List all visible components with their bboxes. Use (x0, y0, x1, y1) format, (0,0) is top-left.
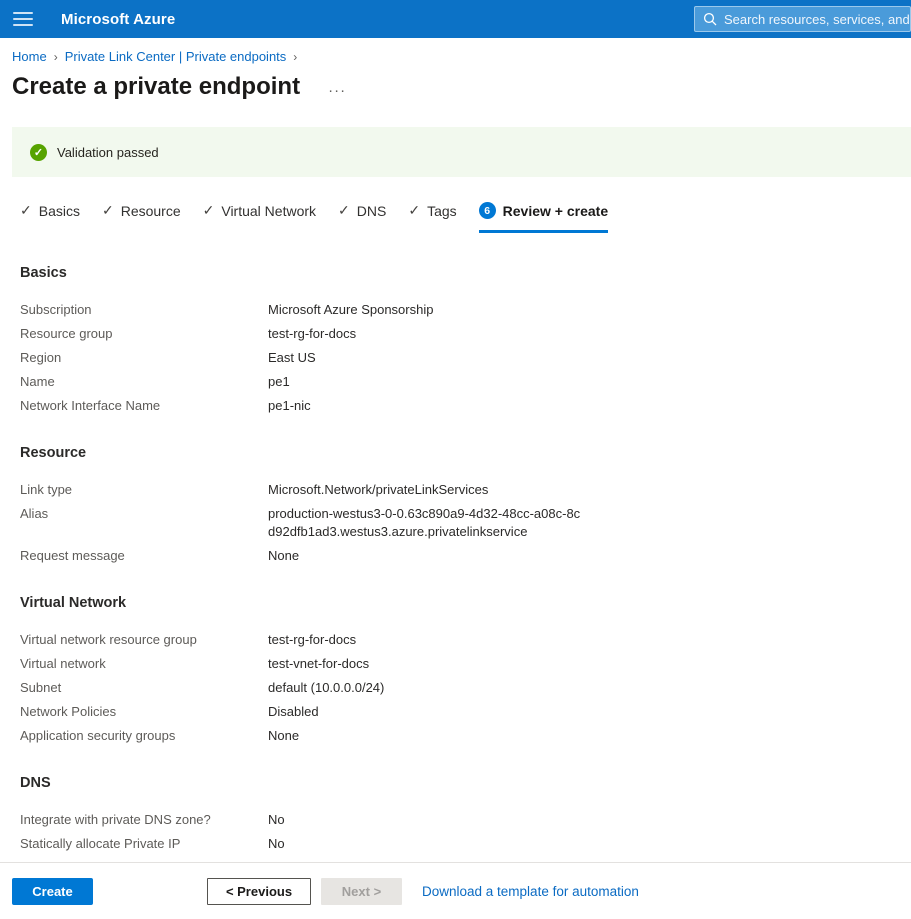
more-options-icon[interactable]: ··· (328, 76, 346, 99)
review-row: Subscription Microsoft Azure Sponsorship (20, 301, 911, 319)
section-virtual-network: Virtual Network Virtual network resource… (20, 595, 911, 745)
review-row: Resource group test-rg-for-docs (20, 325, 911, 343)
section-title: DNS (20, 775, 911, 791)
success-check-icon: ✓ (30, 144, 47, 161)
app-title: Microsoft Azure (61, 11, 175, 28)
page-title: Create a private endpoint (12, 73, 300, 101)
review-row: Network Interface Name pe1-nic (20, 397, 911, 415)
check-icon: ✓ (338, 202, 350, 219)
section-resource: Resource Link type Microsoft.Network/pri… (20, 445, 911, 565)
breadcrumb-home-link[interactable]: Home (12, 49, 47, 64)
section-title: Basics (20, 265, 911, 281)
search-input[interactable] (724, 12, 910, 27)
review-row: Virtual network resource group test-rg-f… (20, 631, 911, 649)
review-row: Name pe1 (20, 373, 911, 391)
tab-resource[interactable]: ✓ Resource (102, 202, 181, 233)
review-row: Virtual network test-vnet-for-docs (20, 655, 911, 673)
review-row: Network Policies Disabled (20, 703, 911, 721)
hamburger-menu-icon[interactable] (13, 12, 33, 26)
tab-basics[interactable]: ✓ Basics (20, 202, 80, 233)
global-search[interactable] (694, 6, 911, 32)
review-row: Request message None (20, 547, 911, 565)
next-button[interactable]: Next > (321, 878, 402, 905)
review-row: Alias production-westus3-0-0.63c890a9-4d… (20, 505, 911, 541)
create-button[interactable]: Create (12, 878, 93, 905)
step-number-badge: 6 (479, 202, 496, 219)
tab-virtual-network[interactable]: ✓ Virtual Network (203, 202, 316, 233)
wizard-tabs: ✓ Basics ✓ Resource ✓ Virtual Network ✓ … (20, 202, 911, 233)
section-dns: DNS Integrate with private DNS zone? No … (20, 775, 911, 853)
validation-message: Validation passed (57, 145, 159, 160)
section-title: Resource (20, 445, 911, 461)
review-row: Statically allocate Private IP No (20, 835, 911, 853)
section-basics: Basics Subscription Microsoft Azure Spon… (20, 265, 911, 415)
download-template-link[interactable]: Download a template for automation (422, 884, 639, 899)
title-row: Create a private endpoint ··· (12, 73, 911, 101)
tab-tags[interactable]: ✓ Tags (408, 202, 456, 233)
check-icon: ✓ (203, 202, 215, 219)
section-title: Virtual Network (20, 595, 911, 611)
tab-dns[interactable]: ✓ DNS (338, 202, 386, 233)
breadcrumb-private-link-center-link[interactable]: Private Link Center | Private endpoints (65, 49, 287, 64)
review-row: Application security groups None (20, 727, 911, 745)
check-icon: ✓ (20, 202, 32, 219)
validation-banner: ✓ Validation passed (12, 127, 911, 177)
review-row: Link type Microsoft.Network/privateLinkS… (20, 481, 911, 499)
search-icon (703, 12, 717, 26)
review-row: Integrate with private DNS zone? No (20, 811, 911, 829)
review-row: Subnet default (10.0.0.0/24) (20, 679, 911, 697)
footer-bar: Create < Previous Next > Download a temp… (0, 862, 911, 919)
tab-review-create[interactable]: 6 Review + create (479, 202, 608, 233)
review-content: Basics Subscription Microsoft Azure Spon… (20, 265, 911, 853)
check-icon: ✓ (408, 202, 420, 219)
chevron-right-icon: › (54, 50, 58, 64)
previous-button[interactable]: < Previous (207, 878, 311, 905)
top-bar: Microsoft Azure (0, 0, 911, 38)
check-icon: ✓ (102, 202, 114, 219)
review-row: Region East US (20, 349, 911, 367)
breadcrumb: Home › Private Link Center | Private end… (12, 49, 911, 64)
chevron-right-icon: › (293, 50, 297, 64)
